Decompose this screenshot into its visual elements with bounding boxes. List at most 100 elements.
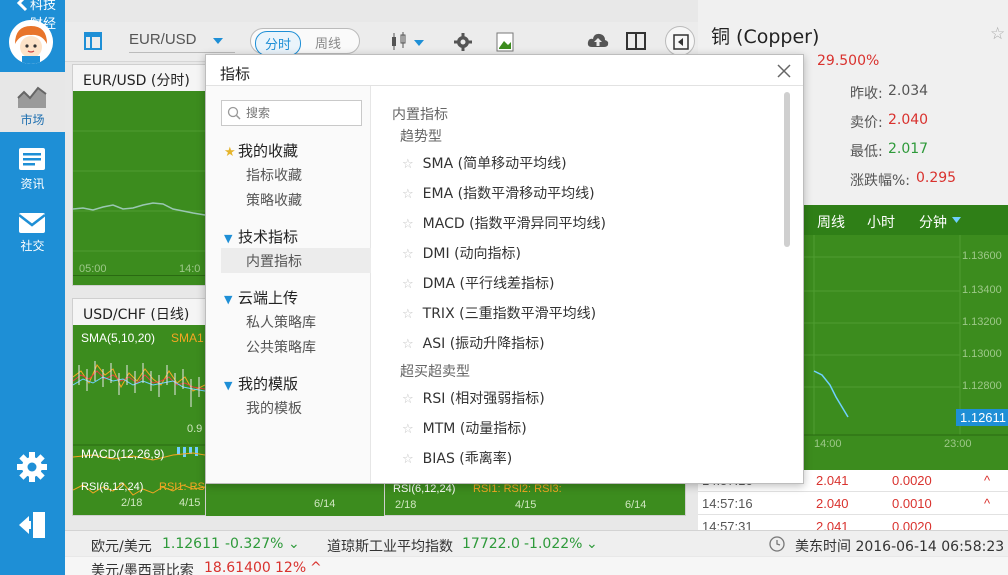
indicator-label: RSI(6,12,24) <box>393 483 456 495</box>
chevron-down-icon: ⌄ <box>288 536 300 552</box>
nav-group-cloud[interactable]: ▼ 云端上传 <box>224 287 298 308</box>
tab-week[interactable]: 周线 <box>817 212 845 232</box>
panel-title: EUR/USD (分时) <box>73 65 205 91</box>
logout-icon[interactable] <box>15 508 49 542</box>
tab-hour[interactable]: 小时 <box>867 212 895 232</box>
sidebar-item-news[interactable]: 资讯 <box>0 136 65 196</box>
indicator-item[interactable]: ☆ RSI (相对强弱指标) <box>402 388 545 408</box>
stat-label: 昨收: <box>850 86 883 102</box>
star-icon[interactable]: ☆ <box>402 187 414 202</box>
stat-value: 2.017 <box>888 141 929 157</box>
chart-panel-secondary[interactable]: RSI(6,12,24) RSI1: RSI2: RSI3: 2/18 4/15… <box>384 480 686 516</box>
close-button[interactable] <box>773 60 795 82</box>
sidebar-item-label: 市场 <box>20 113 45 127</box>
chevron-down-icon: ⌄ <box>586 536 598 552</box>
scrollbar-thumb[interactable] <box>784 92 790 247</box>
ticker-bar: 欧元/美元 1.12611 -0.327% ⌄ 道琼斯工业平均指数 17722.… <box>65 530 1008 556</box>
star-icon[interactable]: ☆ <box>402 392 414 407</box>
intraday-chart[interactable]: 05:00 14:0 <box>72 91 206 285</box>
sidebar-item-social[interactable]: 社交 <box>0 198 65 258</box>
settings-gear-icon[interactable] <box>15 450 49 484</box>
avatar[interactable] <box>9 20 53 64</box>
cloud-upload-icon[interactable] <box>587 32 609 50</box>
time-label: 05:00 <box>79 263 107 275</box>
indicator-item[interactable]: ☆ ASI (振动升降指标) <box>402 333 545 353</box>
daily-chart[interactable]: SMA(5,10,20) SMA1 0.9 MACD(12,26,9) RSI(… <box>73 325 248 515</box>
indicator-item[interactable]: ☆ SMA (简单移动平均线) <box>402 153 567 173</box>
image-icon[interactable] <box>496 32 514 52</box>
chart-panel-usdchf[interactable]: USD/CHF (日线) SMA(5,10,20) SMA1 0.9 MACD(… <box>72 298 248 516</box>
indicator-item[interactable]: ☆ EMA (指数平滑移动平均线) <box>402 183 595 203</box>
indicator-item[interactable]: ☆ TRIX (三重指数平滑平均线) <box>402 303 596 323</box>
indicator-chart[interactable]: RSI(6,12,24) RSI1: RSI2: RSI3: 2/18 4/15… <box>385 481 685 515</box>
star-icon[interactable]: ☆ <box>402 422 414 437</box>
ticker-name[interactable]: 美元/墨西哥比索 <box>91 560 194 575</box>
nav-group-label: 我的模版 <box>238 375 299 393</box>
search-input[interactable] <box>246 104 356 122</box>
exit-icon <box>673 34 689 50</box>
trade-change: 0.0020 <box>892 473 932 488</box>
indicator-label: RSI(6,12,24) <box>81 481 144 493</box>
candlestick-icon[interactable] <box>390 32 408 52</box>
exit-fullscreen-button[interactable] <box>665 26 695 56</box>
nav-item-public-library[interactable]: 公共策略库 <box>221 334 371 359</box>
chart-panel-eurusd[interactable]: EUR/USD (分时) 05:00 14:0 <box>72 64 206 286</box>
star-icon[interactable]: ☆ <box>402 337 414 352</box>
indicator-list: 内置指标 趋势型 ☆ SMA (简单移动平均线) ☆ EMA (指数平滑移动平均线)… <box>372 86 803 483</box>
timeframe-option[interactable]: 周线 <box>315 33 341 52</box>
tab-minute[interactable]: 分钟 <box>919 212 947 232</box>
clock-text: 美东时间 2016-06-14 06:58:23 <box>795 539 1005 555</box>
chevron-down-icon[interactable] <box>952 217 961 223</box>
close-icon <box>777 64 791 78</box>
star-icon[interactable]: ☆ <box>402 217 414 232</box>
nav-item-strategy-favorites[interactable]: 策略收藏 <box>221 187 371 212</box>
nav-group-technical[interactable]: ▼ 技术指标 <box>224 226 298 247</box>
nav-group-label: 云端上传 <box>238 289 299 307</box>
section-title: 内置指标 <box>392 107 448 123</box>
current-price-badge: 1.12611 <box>956 409 1008 426</box>
nav-item-builtin-indicators[interactable]: 内置指标 <box>221 248 371 273</box>
indicator-item[interactable]: ☆ MACD (指数平滑异同平均线) <box>402 213 606 233</box>
price-tick: 1.12800 <box>962 380 1002 392</box>
nav-item-private-library[interactable]: 私人策略库 <box>221 309 371 334</box>
nav-group-templates[interactable]: ▼ 我的模版 <box>224 373 298 394</box>
nav-item-my-templates[interactable]: 我的模板 <box>221 395 371 420</box>
sidebar-item-market[interactable]: 市场 <box>0 72 65 132</box>
star-icon[interactable]: ☆ <box>402 247 414 262</box>
timeframe-option-active[interactable]: 分时 <box>255 31 302 56</box>
indicator-item[interactable]: ☆ DMA (平行线差指标) <box>402 273 554 293</box>
split-view-icon[interactable] <box>626 32 646 50</box>
star-icon[interactable]: ☆ <box>402 452 414 467</box>
nav-group-favorites[interactable]: ★ 我的收藏 <box>224 140 298 161</box>
gear-icon[interactable] <box>454 33 472 51</box>
indicator-item[interactable]: ☆ BIAS (乖离率) <box>402 448 512 468</box>
ticker-name[interactable]: 道琼斯工业平均指数 <box>327 536 453 556</box>
timeframe-toggle[interactable]: 分时 周线 <box>250 28 360 56</box>
indicator-item[interactable]: ☆ MTM (动量指标) <box>402 418 527 438</box>
star-icon[interactable]: ☆ <box>402 277 414 292</box>
chevron-down-icon[interactable] <box>414 40 424 46</box>
category-title: 超买超卖型 <box>400 364 470 380</box>
symbol-select[interactable]: EUR/USD <box>129 31 235 53</box>
sidebar-item-label: 资讯 <box>20 177 45 191</box>
nav-item-label: 指标收藏 <box>246 168 302 184</box>
time-tick: 23:00 <box>944 438 972 450</box>
up-arrow-icon: ^ <box>310 560 322 575</box>
star-icon[interactable]: ☆ <box>402 307 414 322</box>
stat-value: 2.034 <box>888 83 929 99</box>
stat-label: 最低: <box>850 144 883 160</box>
indicator-label: MACD(12,26,9) <box>81 447 165 461</box>
sidebar: 科技财经 市场 资讯 社交 <box>0 0 65 575</box>
ticker-name[interactable]: 欧元/美元 <box>91 536 152 556</box>
change-percent: 29.500% <box>817 53 880 69</box>
nav-item-indicator-favorites[interactable]: 指标收藏 <box>221 162 371 187</box>
up-arrow-icon: ^ <box>984 473 991 488</box>
indicator-item[interactable]: ☆ DMI (动向指标) <box>402 243 521 263</box>
search-box[interactable] <box>221 100 362 126</box>
price-tick: 1.13200 <box>962 316 1002 328</box>
favorite-star-icon[interactable]: ☆ <box>990 24 1005 44</box>
trade-row[interactable]: 14:57:16 2.040 0.0010 ^ <box>698 493 1008 515</box>
layout-grid-icon[interactable] <box>84 32 102 50</box>
star-icon[interactable]: ☆ <box>402 157 414 172</box>
search-icon <box>227 106 241 120</box>
